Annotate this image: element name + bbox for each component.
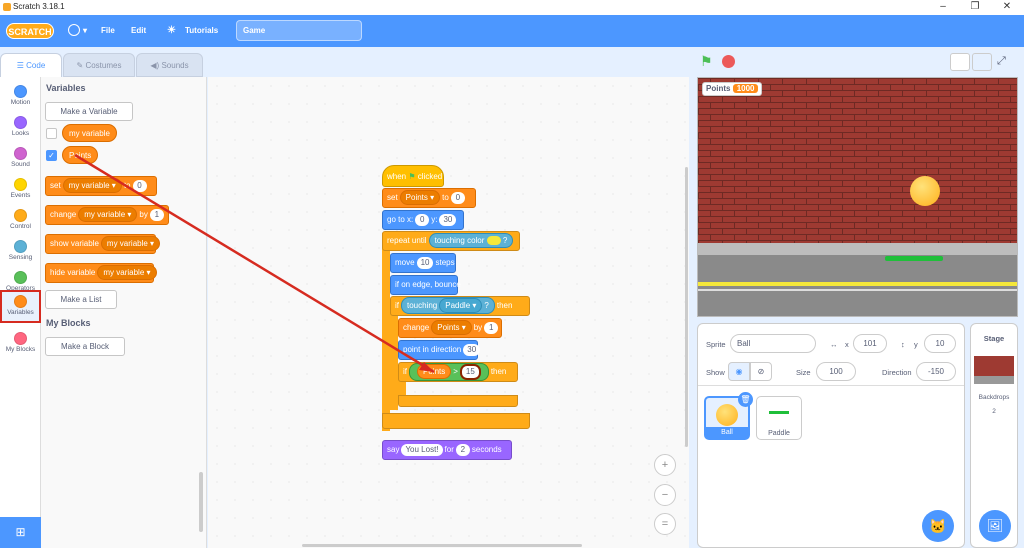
eye-icon: ◉: [735, 367, 743, 376]
size-label: Size: [796, 368, 811, 377]
paddle-sprite[interactable]: [885, 256, 943, 261]
cat-icon: 🐱: [929, 518, 947, 534]
eye-off-icon: ⊘: [757, 367, 765, 376]
paddle-thumbnail: [769, 411, 789, 414]
backdrop-icon: 🖼: [986, 518, 1004, 533]
stage-selector-panel[interactable]: Stage Backdrops 2 🖼: [970, 323, 1018, 548]
stage-canvas[interactable]: Points 1000: [697, 77, 1018, 317]
monitor-label: Points: [706, 84, 731, 93]
backdrops-count: 2: [992, 408, 996, 415]
stop-button[interactable]: [722, 55, 735, 68]
monitor-value: 1000: [732, 84, 759, 93]
sprite-properties: Sprite Ball ↔ x 101 ↕ y 10 Show ◉ ⊘ Size…: [698, 324, 964, 386]
x-arrows-icon: ↔: [830, 340, 838, 349]
sprite-name-input[interactable]: Ball: [730, 334, 816, 353]
y-input[interactable]: 10: [924, 334, 956, 353]
y-arrows-icon: ↕: [901, 340, 905, 349]
fullscreen-icon[interactable]: ⤢: [997, 55, 1006, 68]
backdrops-label: Backdrops: [978, 394, 1010, 401]
size-input[interactable]: 100: [816, 362, 856, 381]
sprite-thumb-ball[interactable]: Ball 🗑: [704, 392, 753, 440]
direction-label: Direction: [882, 368, 912, 377]
show-visible-toggle[interactable]: ◉: [728, 362, 750, 381]
choose-backdrop-button[interactable]: 🖼: [979, 510, 1011, 542]
show-hidden-toggle[interactable]: ⊘: [750, 362, 772, 381]
x-label: x: [845, 340, 849, 349]
large-stage-button[interactable]: [972, 53, 992, 71]
stage-backdrop: [698, 78, 1017, 316]
show-label: Show: [706, 368, 725, 377]
sprite-thumb-label: Ball: [706, 427, 748, 438]
delete-sprite-icon[interactable]: 🗑: [738, 392, 753, 407]
sprite-thumb-paddle[interactable]: Paddle: [756, 396, 802, 440]
sprite-info-panel: Sprite Ball ↔ x 101 ↕ y 10 Show ◉ ⊘ Size…: [697, 323, 965, 548]
sprite-thumb-label: Paddle: [768, 430, 790, 437]
choose-sprite-button[interactable]: 🐱: [922, 510, 954, 542]
y-label: y: [914, 340, 918, 349]
ball-thumbnail: [716, 404, 738, 426]
green-flag-button[interactable]: ⚑: [700, 53, 713, 70]
ball-sprite[interactable]: [910, 176, 940, 206]
direction-input[interactable]: -150: [916, 362, 956, 381]
small-stage-button[interactable]: [950, 53, 970, 71]
points-monitor[interactable]: Points 1000: [702, 82, 763, 96]
sprite-label: Sprite: [706, 340, 726, 349]
stage-backdrop-thumbnail[interactable]: [974, 356, 1014, 384]
x-input[interactable]: 101: [853, 334, 887, 353]
stage-panel-title: Stage: [983, 334, 1005, 343]
